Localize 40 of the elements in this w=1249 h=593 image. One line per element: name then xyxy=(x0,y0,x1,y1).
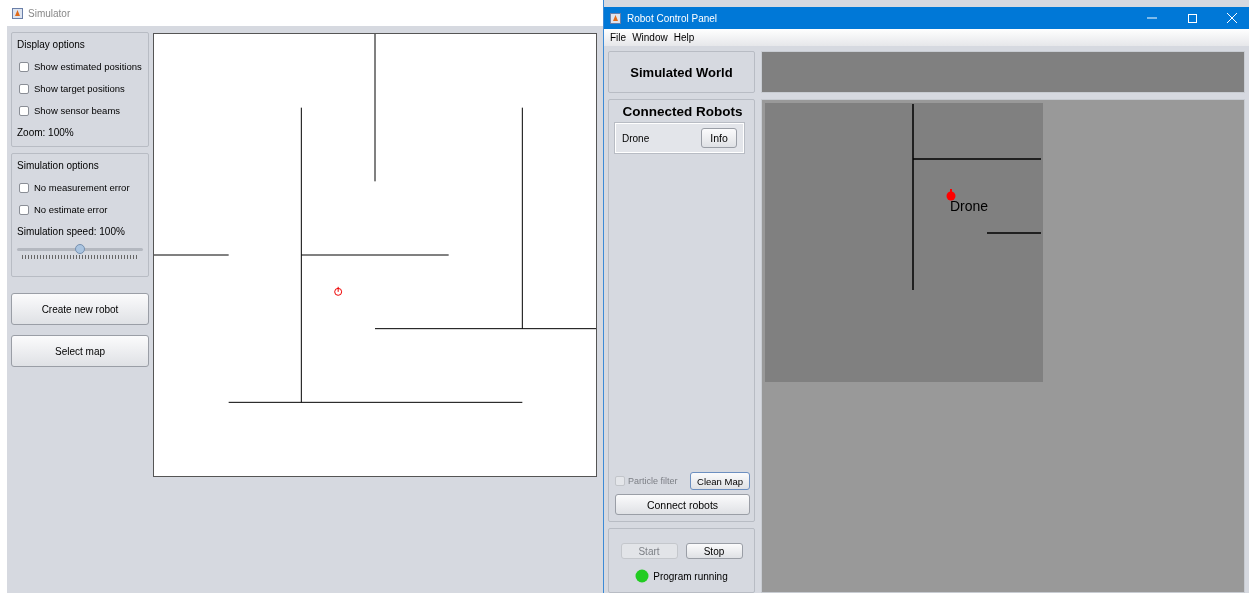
checkbox[interactable] xyxy=(19,105,29,116)
robot-name: Drone xyxy=(622,132,650,144)
status-text: Program running xyxy=(653,570,728,582)
close-icon[interactable] xyxy=(1227,13,1237,23)
panel-title: Connected Robots xyxy=(621,104,744,119)
drone-icon xyxy=(946,189,956,201)
checkbox-label: Particle filter xyxy=(628,476,678,486)
create-robot-button[interactable]: Create new robot xyxy=(11,293,149,325)
maximize-icon[interactable] xyxy=(1187,13,1197,23)
info-button[interactable]: Info xyxy=(701,128,737,148)
checkbox-label: Show estimated positions xyxy=(34,61,142,72)
menu-item[interactable]: File xyxy=(610,32,627,43)
select-map-button[interactable]: Select map xyxy=(11,335,149,367)
speed-slider[interactable] xyxy=(17,242,143,262)
wall-line xyxy=(986,232,1042,234)
checkbox[interactable] xyxy=(19,83,29,94)
stop-button[interactable]: Stop xyxy=(685,543,743,559)
app-icon xyxy=(12,7,23,19)
checkbox-label: No estimate error xyxy=(34,204,108,215)
menu-item[interactable]: Window xyxy=(632,32,668,43)
group-title: Simulation options xyxy=(17,160,100,171)
window-title: Simulator xyxy=(28,7,71,19)
checkbox-label: Show target positions xyxy=(34,83,125,94)
checkbox-label: Show sensor beams xyxy=(34,105,121,116)
app-icon xyxy=(610,12,621,24)
speed-label: Simulation speed: 100% xyxy=(17,226,126,237)
world-title: Simulated World xyxy=(608,51,755,93)
robot-item[interactable]: Drone Info xyxy=(615,123,744,153)
group-title: Display options xyxy=(17,39,86,50)
checkbox[interactable] xyxy=(19,204,29,215)
robot-label: Drone xyxy=(950,198,989,214)
window-title: Robot Control Panel xyxy=(627,12,718,24)
clean-map-button[interactable]: Clean Map xyxy=(690,472,750,490)
checkbox[interactable] xyxy=(19,182,29,193)
menu-item[interactable]: Help xyxy=(673,32,695,43)
connect-button[interactable]: Connect robots xyxy=(615,494,750,515)
checkbox[interactable] xyxy=(19,61,29,72)
robot-icon xyxy=(334,286,343,296)
checkbox-label: No measurement error xyxy=(34,182,130,193)
zoom-label: Zoom: 100% xyxy=(17,127,75,138)
